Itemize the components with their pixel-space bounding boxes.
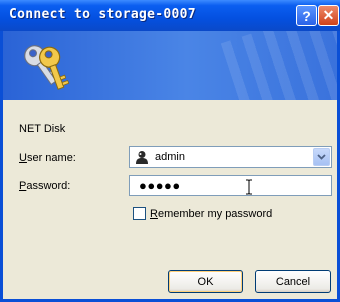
keys-icon bbox=[24, 45, 70, 90]
remember-text: emember my password bbox=[157, 208, 273, 220]
remember-password-checkbox[interactable] bbox=[133, 207, 146, 220]
remember-password-label[interactable]: Remember my password bbox=[150, 208, 272, 220]
username-label-accelerator: U bbox=[19, 152, 27, 164]
close-button[interactable]: ✕ bbox=[318, 5, 339, 26]
banner-decoration bbox=[220, 31, 337, 100]
username-dropdown-button[interactable] bbox=[313, 148, 330, 166]
close-icon: ✕ bbox=[322, 7, 335, 23]
ok-button[interactable]: OK bbox=[168, 270, 243, 293]
username-value: admin bbox=[155, 151, 185, 163]
username-combobox[interactable]: admin bbox=[129, 146, 332, 168]
username-label-text: ser name: bbox=[26, 152, 76, 164]
ibeam-cursor-icon bbox=[246, 179, 252, 195]
resource-name: NET Disk bbox=[19, 123, 66, 135]
cancel-button[interactable]: Cancel bbox=[255, 270, 331, 293]
help-icon: ? bbox=[302, 7, 311, 24]
title-bar[interactable]: Connect to storage-0007 ? ✕ bbox=[0, 0, 340, 31]
window-title: Connect to storage-0007 bbox=[9, 7, 196, 22]
password-field[interactable]: ●●●●● bbox=[129, 175, 332, 196]
username-label: User name: bbox=[19, 152, 76, 164]
remember-accelerator: R bbox=[150, 208, 158, 220]
password-label: Password: bbox=[19, 180, 70, 192]
help-button[interactable]: ? bbox=[296, 5, 317, 26]
password-masked-value: ●●●●● bbox=[139, 178, 181, 193]
dialog-body: NET Disk User name: admin Password: ●●●●… bbox=[3, 100, 337, 299]
user-icon bbox=[136, 151, 148, 164]
chevron-down-icon bbox=[317, 154, 326, 160]
password-label-text: assword: bbox=[26, 180, 71, 192]
login-dialog: Connect to storage-0007 ? ✕ NET Disk Use… bbox=[0, 0, 340, 302]
dialog-banner bbox=[3, 31, 337, 100]
